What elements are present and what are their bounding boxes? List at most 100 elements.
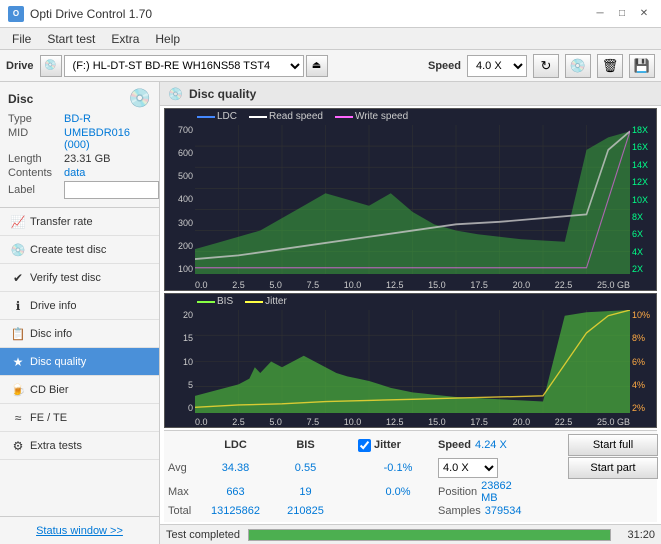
start-part-button[interactable]: Start part	[568, 457, 658, 479]
x1-10: 10.0	[344, 280, 362, 290]
bis-legend-label: BIS	[217, 296, 233, 307]
stats-area: LDC BIS Jitter Speed 4.24 X Start full	[164, 430, 657, 522]
jitter-checkbox[interactable]	[358, 439, 371, 452]
sidebar-item-disc-info[interactable]: 📋 Disc info	[0, 320, 159, 348]
refresh-button[interactable]: ↻	[533, 54, 559, 78]
label-label: Label	[8, 184, 60, 196]
disc-quality-icon: ★	[10, 355, 26, 369]
menu-start-test[interactable]: Start test	[39, 30, 103, 48]
save-button[interactable]: 💾	[629, 54, 655, 78]
write-speed-legend-label: Write speed	[355, 111, 408, 122]
mid-label: MID	[8, 127, 60, 139]
jitter-max: 0.0%	[358, 486, 438, 498]
length-value: 23.31 GB	[64, 153, 110, 165]
y1-500: 500	[178, 171, 193, 181]
yr2-2: 2%	[632, 403, 645, 413]
bis-legend-line	[197, 301, 215, 303]
stats-headers-row: LDC BIS Jitter Speed 4.24 X Start full	[168, 434, 653, 456]
ldc-legend-line	[197, 116, 215, 118]
speed-select-stats[interactable]: 4.0 X	[438, 458, 498, 478]
jitter-avg: -0.1%	[358, 462, 438, 474]
cd-bier-icon: 🍺	[10, 383, 26, 397]
disc-info-label: Disc info	[30, 328, 72, 340]
yr1-16x: 16X	[632, 142, 648, 152]
minimize-button[interactable]: ─	[591, 5, 609, 23]
main-area: Disc 💿 Type BD-R MID UMEBDR016 (000) Len…	[0, 82, 661, 544]
menu-help[interactable]: Help	[147, 30, 188, 48]
close-button[interactable]: ✕	[635, 5, 653, 23]
yr1-14x: 14X	[632, 160, 648, 170]
x2-5: 5.0	[269, 417, 282, 427]
x1-7.5: 7.5	[307, 280, 320, 290]
x2-15: 15.0	[428, 417, 446, 427]
yr2-4: 4%	[632, 380, 645, 390]
x1-0: 0.0	[195, 280, 208, 290]
samples-label: Samples	[438, 505, 481, 517]
status-text: Test completed	[166, 529, 240, 541]
progress-bar-outer	[248, 529, 611, 541]
transfer-rate-icon: 📈	[10, 215, 26, 229]
bottom-chart-legend: BIS Jitter	[197, 296, 287, 307]
label-input[interactable]	[64, 181, 159, 199]
disc-button[interactable]: 💿	[565, 54, 591, 78]
erase-button[interactable]: 🗑	[597, 54, 623, 78]
verify-disc-label: Verify test disc	[30, 272, 101, 284]
type-value: BD-R	[64, 113, 91, 125]
eject-button[interactable]: ⏏	[306, 55, 328, 77]
maximize-button[interactable]: □	[613, 5, 631, 23]
sidebar-nav: 📈 Transfer rate 💿 Create test disc ✔ Ver…	[0, 208, 159, 516]
jitter-legend-label: Jitter	[265, 296, 287, 307]
length-label: Length	[8, 153, 60, 165]
disc-quality-title: Disc quality	[189, 87, 256, 101]
jitter-header-wrap: Jitter	[358, 439, 438, 452]
sidebar-item-cd-bier[interactable]: 🍺 CD Bier	[0, 376, 159, 404]
speed-header: Speed	[438, 439, 471, 451]
total-label: Total	[168, 505, 198, 517]
read-speed-legend-line	[249, 116, 267, 118]
max-row: Max 663 19 0.0% Position 23862 MB	[168, 480, 653, 504]
y2-5: 5	[188, 380, 193, 390]
yr2-6: 6%	[632, 357, 645, 367]
bis-total: 210825	[273, 505, 338, 517]
sidebar-item-drive-info[interactable]: ℹ Drive info	[0, 292, 159, 320]
speed-label: Speed	[428, 60, 461, 72]
start-full-button[interactable]: Start full	[568, 434, 658, 456]
sidebar-item-transfer-rate[interactable]: 📈 Transfer rate	[0, 208, 159, 236]
contents-row: Contents data	[8, 167, 151, 179]
ldc-header: LDC	[198, 439, 273, 451]
sidebar-item-disc-quality[interactable]: ★ Disc quality	[0, 348, 159, 376]
drivebar: Drive 💿 (F:) HL-DT-ST BD-RE WH16NS58 TST…	[0, 50, 661, 82]
sidebar-item-fe-te[interactable]: ≈ FE / TE	[0, 404, 159, 432]
yr1-6x: 6X	[632, 229, 643, 239]
x1-22.5: 22.5	[555, 280, 573, 290]
chart1-svg	[195, 125, 630, 274]
status-window-button[interactable]: Status window >>	[0, 516, 159, 544]
menu-file[interactable]: File	[4, 30, 39, 48]
status-window-label: Status window >>	[36, 525, 123, 537]
max-label: Max	[168, 486, 198, 498]
write-speed-legend-line	[335, 116, 353, 118]
x1-20: 20.0	[513, 280, 531, 290]
ldc-total: 13125862	[198, 505, 273, 517]
x1-12.5: 12.5	[386, 280, 404, 290]
label-row: Label 🔍	[8, 181, 151, 199]
y1-600: 600	[178, 148, 193, 158]
menu-extra[interactable]: Extra	[103, 30, 147, 48]
speed-select[interactable]: 4.0 X	[467, 55, 527, 77]
top-chart: LDC Read speed Write speed 700 600	[164, 108, 657, 291]
yr1-2x: 2X	[632, 264, 643, 274]
ldc-legend-label: LDC	[217, 111, 237, 122]
sidebar-item-create-test-disc[interactable]: 💿 Create test disc	[0, 236, 159, 264]
samples-row-wrap: Samples 379534	[438, 505, 518, 517]
total-row: Total 13125862 210825 Samples 379534	[168, 505, 653, 517]
yr1-18x: 18X	[632, 125, 648, 135]
x2-10: 10.0	[344, 417, 362, 427]
cd-bier-label: CD Bier	[30, 384, 69, 396]
create-disc-label: Create test disc	[30, 244, 106, 256]
x1-2.5: 2.5	[232, 280, 245, 290]
x2-25: 25.0 GB	[597, 417, 630, 427]
sidebar-item-extra-tests[interactable]: ⚙ Extra tests	[0, 432, 159, 460]
sidebar-item-verify-test-disc[interactable]: ✔ Verify test disc	[0, 264, 159, 292]
window-controls: ─ □ ✕	[591, 5, 653, 23]
drive-select[interactable]: (F:) HL-DT-ST BD-RE WH16NS58 TST4	[64, 55, 304, 77]
